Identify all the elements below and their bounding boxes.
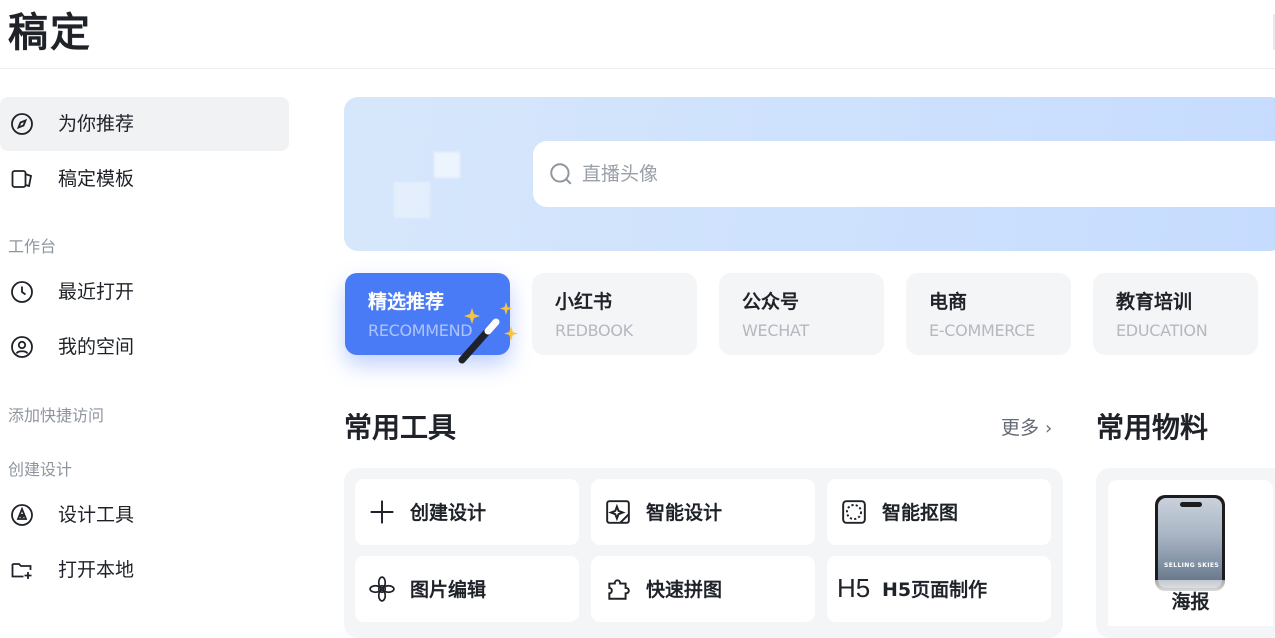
tool-smart-design[interactable]: 智能设计 [591,479,815,545]
sidebar-item-my-space[interactable]: 我的空间 [0,320,289,374]
sidebar-item-label: 我的空间 [58,336,135,358]
more-label: 更多 [1001,417,1040,439]
aperture-icon [369,576,395,602]
tool-label: 快速拼图 [646,579,723,601]
cutout-icon [842,500,866,524]
search-icon [550,163,572,185]
brand-logo[interactable]: 稿定 [8,6,92,60]
tool-h5-page[interactable]: H5 H5页面制作 [827,556,1051,622]
category-tab-redbook[interactable]: 小红书 REDBOOK [532,273,697,355]
puzzle-icon [608,579,630,600]
poster-caption: SELLING SKIES [1164,562,1220,569]
plus-icon [370,500,394,524]
category-tab-wechat[interactable]: 公众号 WECHAT [719,273,884,355]
compass-icon [11,113,33,135]
poster-thumbnail: SELLING SKIES [1155,495,1225,591]
sidebar-item-recommend[interactable]: 为你推荐 [0,97,289,151]
category-subtitle: WECHAT [742,321,809,340]
sidebar-item-label: 打开本地 [58,559,135,581]
workspace-section-label: 工作台 [8,237,57,256]
sidebar-item-label: 为你推荐 [58,113,135,135]
tool-label: 智能设计 [646,502,723,524]
category-title: 电商 [929,291,968,313]
category-title: 教育培训 [1116,291,1193,313]
chevron-right-icon: › [1045,418,1053,439]
search-input[interactable]: 直播头像 [533,141,1275,207]
quick-access-label[interactable]: 添加快捷访问 [8,406,104,426]
sidebar-item-label: 稿定模板 [58,168,135,190]
tools-section-title: 常用工具 [344,411,457,444]
smart-design-icon [606,500,630,524]
magic-wand-icon [458,302,518,364]
top-header: 稿定 [0,0,1275,69]
category-tab-ecommerce[interactable]: 电商 E-COMMERCE [906,273,1071,355]
create-design-section-label: 创建设计 [8,460,73,479]
tool-label: 创建设计 [410,502,487,524]
material-label: 海报 [1108,580,1273,626]
sidebar-item-templates[interactable]: 稿定模板 [0,152,289,206]
sidebar-item-recent[interactable]: 最近打开 [0,265,289,319]
sidebar-item-design-tools[interactable]: 设计工具 [0,488,289,542]
tool-image-edit[interactable]: 图片编辑 [355,556,579,622]
banner-decoration [394,182,430,218]
tool-label: H5页面制作 [882,579,988,601]
more-tools-link[interactable]: 更多 › [1001,416,1052,441]
tool-label: 图片编辑 [410,579,487,601]
category-title: 小红书 [555,291,613,313]
pen-nib-icon [11,504,33,526]
sidebar-item-label: 最近打开 [58,281,135,303]
tool-create-design[interactable]: 创建设计 [355,479,579,545]
clock-icon [11,281,33,303]
tool-smart-cutout[interactable]: 智能抠图 [827,479,1051,545]
template-icon [11,170,33,188]
user-circle-icon [11,336,33,358]
tool-quick-collage[interactable]: 快速拼图 [591,556,815,622]
category-title: 公众号 [742,291,800,313]
category-title: 精选推荐 [368,291,445,313]
folder-plus-icon [11,563,32,579]
category-subtitle: EDUCATION [1116,321,1208,340]
search-placeholder: 直播头像 [582,163,659,185]
category-subtitle: REDBOOK [555,321,633,340]
category-tab-education[interactable]: 教育培训 EDUCATION [1093,273,1258,355]
category-subtitle: E-COMMERCE [929,321,1035,340]
banner-decoration [434,152,460,178]
sidebar-item-open-local[interactable]: 打开本地 [0,543,289,597]
h5-icon: H5 [837,573,871,603]
sidebar-item-label: 设计工具 [58,504,135,526]
tool-label: 智能抠图 [882,502,959,524]
phone-notch [1180,502,1202,507]
materials-section-title: 常用物料 [1096,411,1209,444]
poster-preview: SELLING SKIES [1158,498,1222,588]
